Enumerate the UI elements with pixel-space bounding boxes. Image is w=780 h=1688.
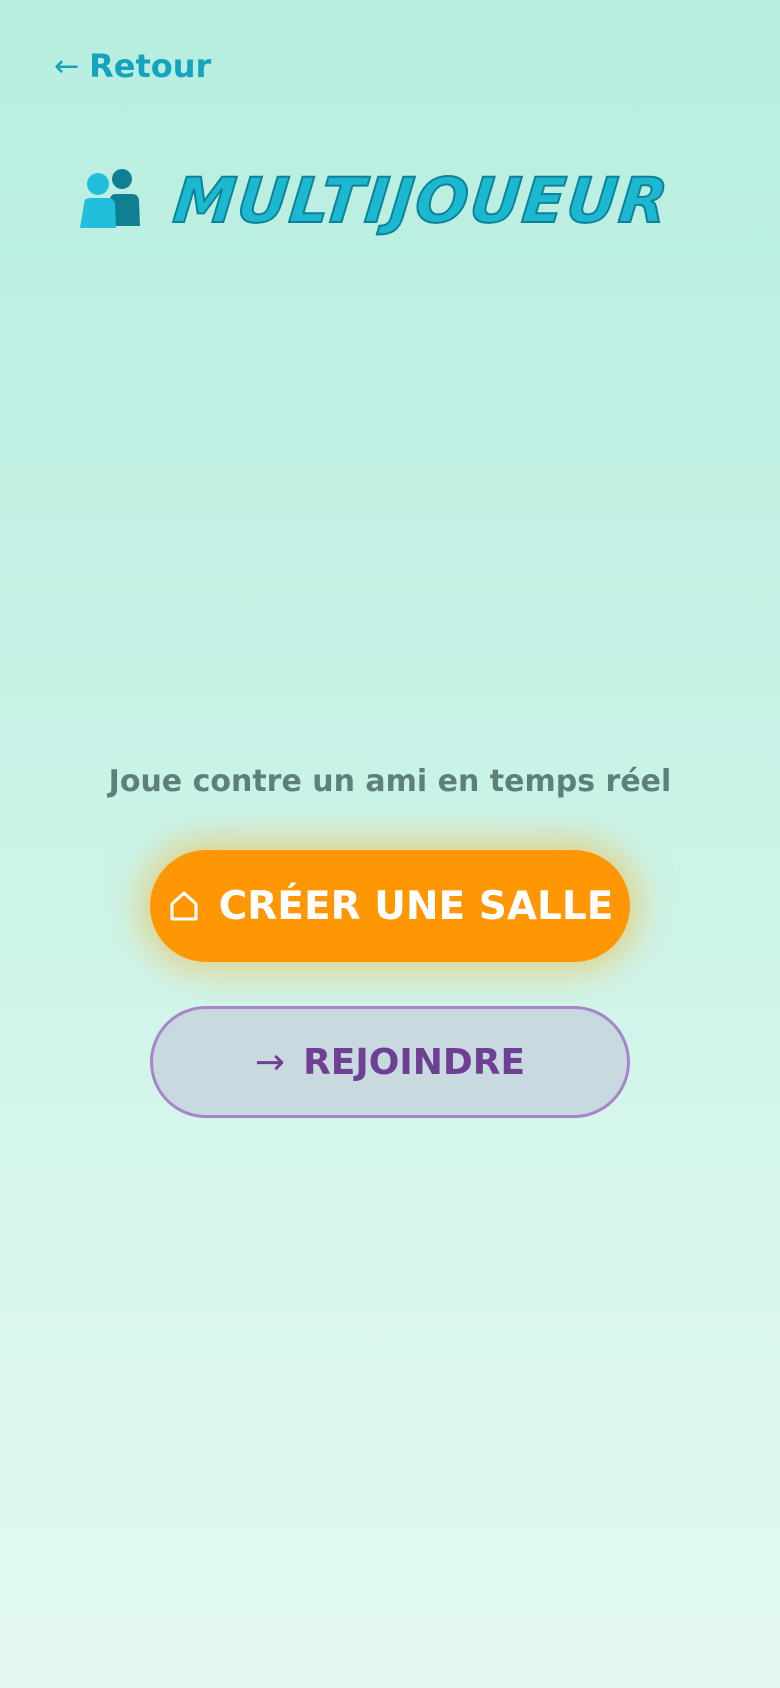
page-header: MULTIJOUEUR (76, 160, 674, 240)
subtitle: Joue contre un ami en temps réel (108, 764, 672, 799)
back-arrow-icon: ← (54, 48, 80, 84)
create-room-button[interactable]: CRÉER UNE SALLE (150, 850, 630, 962)
create-room-label: CRÉER UNE SALLE (218, 883, 614, 929)
join-button[interactable]: → REJOINDRE (150, 1006, 630, 1118)
back-label: Retour (89, 47, 212, 85)
join-label: REJOINDRE (303, 1041, 526, 1083)
page-title: MULTIJOUEUR (169, 163, 674, 238)
arrow-right-icon: → (254, 1041, 286, 1083)
home-icon (167, 889, 201, 923)
people-icon (80, 169, 140, 228)
back-button[interactable]: ← Retour (54, 44, 211, 88)
